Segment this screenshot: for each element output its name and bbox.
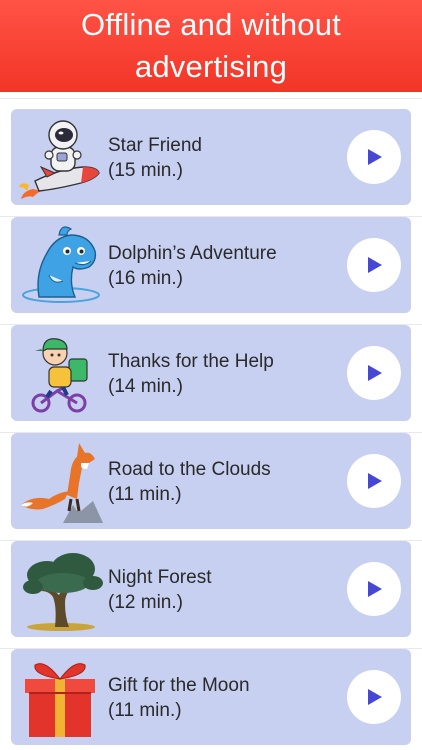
play-button[interactable] — [347, 130, 401, 184]
story-title: Star Friend — [108, 135, 202, 156]
story-title: Gift for the Moon — [108, 675, 250, 696]
story-duration: (12 min.) — [108, 592, 183, 613]
play-icon — [368, 581, 382, 597]
tree-icon — [19, 547, 103, 631]
boy-bicycle-icon — [19, 331, 103, 415]
header-banner: Offline and without advertising — [0, 0, 422, 92]
play-icon — [368, 149, 382, 165]
story-title: Road to the Clouds — [108, 459, 271, 480]
story-duration: (11 min.) — [108, 484, 182, 505]
play-icon — [368, 365, 382, 381]
play-icon — [368, 689, 382, 705]
story-card-dolphins-adventure[interactable]: Dolphin’s Adventure (16 min.) — [11, 217, 411, 313]
story-title: Night Forest — [108, 567, 212, 588]
gift-box-icon — [19, 655, 103, 739]
story-duration: (15 min.) — [108, 160, 183, 181]
story-card-gift-for-the-moon[interactable]: Gift for the Moon (11 min.) — [11, 649, 411, 745]
row-divider — [0, 98, 422, 99]
play-button[interactable] — [347, 346, 401, 400]
story-list: Star Friend (15 min.) Dolphin’s Adventur… — [0, 92, 422, 750]
play-button[interactable] — [347, 454, 401, 508]
story-card-road-to-the-clouds[interactable]: Road to the Clouds (11 min.) — [11, 433, 411, 529]
dolphin-icon — [19, 223, 103, 307]
story-duration: (14 min.) — [108, 376, 183, 397]
story-card-night-forest[interactable]: Night Forest (12 min.) — [11, 541, 411, 637]
play-button[interactable] — [347, 670, 401, 724]
header-title: Offline and without advertising — [80, 7, 341, 84]
fox-icon — [19, 439, 103, 523]
story-title: Thanks for the Help — [108, 351, 274, 372]
play-button[interactable] — [347, 562, 401, 616]
story-duration: (11 min.) — [108, 700, 182, 721]
play-icon — [368, 473, 382, 489]
story-duration: (16 min.) — [108, 268, 183, 289]
story-card-star-friend[interactable]: Star Friend (15 min.) — [11, 109, 411, 205]
play-button[interactable] — [347, 238, 401, 292]
astronaut-rocket-icon — [19, 115, 103, 199]
play-icon — [368, 257, 382, 273]
story-card-thanks-for-the-help[interactable]: Thanks for the Help (14 min.) — [11, 325, 411, 421]
story-title: Dolphin’s Adventure — [108, 243, 277, 264]
